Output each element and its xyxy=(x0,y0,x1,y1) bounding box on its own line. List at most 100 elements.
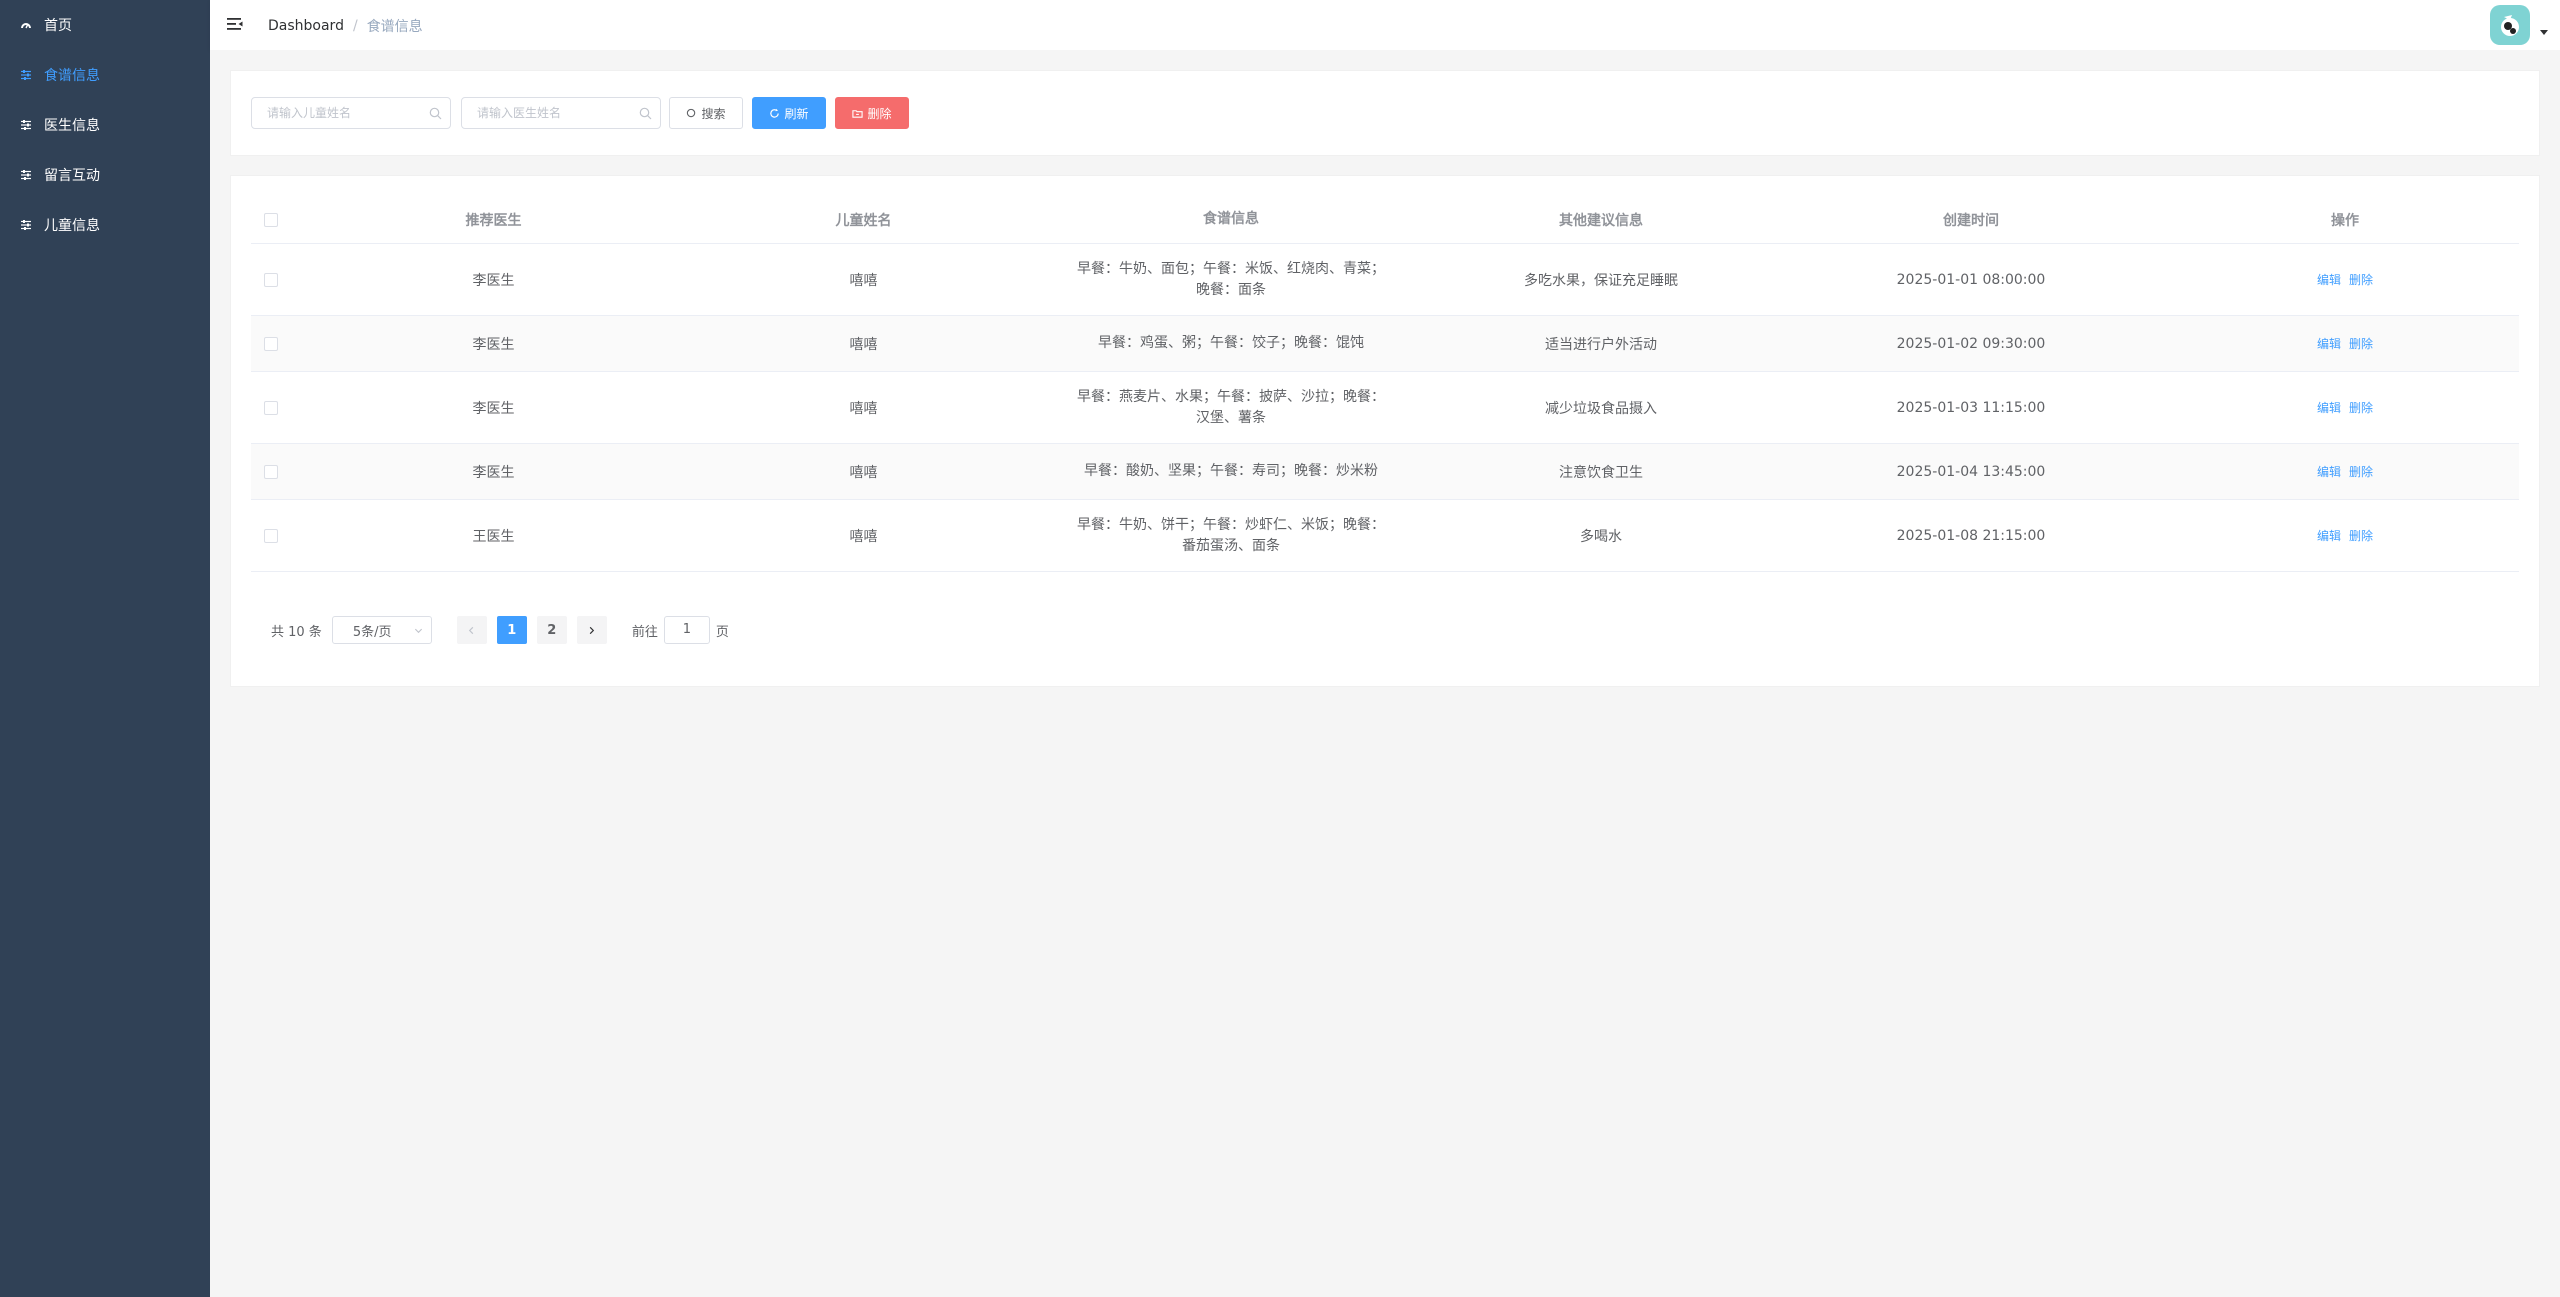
time-cell: 2025-01-01 08:00:00 xyxy=(1896,271,2046,288)
delete-button[interactable]: 删除 xyxy=(835,97,909,129)
actions-cell: 编辑 删除 xyxy=(2171,335,2519,352)
column-header: 其他建议信息 xyxy=(1559,212,1643,229)
sliders-icon xyxy=(20,119,32,131)
child-cell: 嘻嘻 xyxy=(849,272,878,289)
delete-link[interactable]: 删除 xyxy=(2349,465,2373,479)
sidebar-item-messages[interactable]: 留言互动 xyxy=(0,150,210,200)
column-header: 操作 xyxy=(2331,212,2359,229)
prev-page-button[interactable] xyxy=(456,616,487,644)
child-cell: 嘻嘻 xyxy=(849,464,878,481)
table-row: 李医生 嘻嘻 早餐：酸奶、坚果；午餐：寿司；晚餐：炒米粉 注意饮食卫生 2025… xyxy=(251,444,2519,500)
time-cell: 2025-01-02 09:30:00 xyxy=(1896,335,2046,352)
page-button-2[interactable]: 2 xyxy=(536,616,567,644)
time-cell: 2025-01-03 11:15:00 xyxy=(1896,399,2046,416)
edit-link[interactable]: 编辑 xyxy=(2317,401,2341,415)
row-checkbox[interactable] xyxy=(264,528,278,543)
advice-cell: 适当进行户外活动 xyxy=(1545,336,1657,353)
actions-cell: 编辑 删除 xyxy=(2171,463,2519,480)
doctor-cell: 李医生 xyxy=(472,272,515,289)
caret-down-icon[interactable] xyxy=(2540,30,2548,35)
sliders-icon xyxy=(20,219,32,231)
doctor-cell: 王医生 xyxy=(472,528,515,545)
column-header: 食谱信息 xyxy=(1203,211,1259,227)
refresh-button[interactable]: 刷新 xyxy=(752,97,826,129)
edit-link[interactable]: 编辑 xyxy=(2317,465,2341,479)
doctor-cell: 李医生 xyxy=(472,336,515,353)
page-size-select[interactable]: 5条/页 xyxy=(331,616,432,644)
goto-label: 前往 xyxy=(631,624,658,640)
folder-delete-icon xyxy=(852,109,864,118)
advice-cell: 注意饮食卫生 xyxy=(1559,464,1643,481)
recipe-table: 推荐医生 儿童姓名 食谱信息 其他建议信息 创建时间 操作 李医生 嘻嘻 早餐：… xyxy=(251,196,2519,572)
main-content: 搜索 刷新 删除 推荐医生 儿童姓名 食谱信息 其他建议信息 创建时间 操作 李… xyxy=(210,50,2560,1297)
advice-cell: 减少垃圾食品摄入 xyxy=(1545,400,1657,417)
sidebar-item-recipes[interactable]: 食谱信息 xyxy=(0,50,210,100)
advice-cell: 多喝水 xyxy=(1580,528,1622,545)
search-icon xyxy=(687,108,696,117)
page-unit-label: 页 xyxy=(715,624,729,640)
hamburger-icon[interactable] xyxy=(226,15,244,33)
search-panel: 搜索 刷新 删除 xyxy=(230,70,2540,156)
breadcrumb-current: 食谱信息 xyxy=(366,19,423,35)
sidebar-item-label: 儿童信息 xyxy=(44,218,100,234)
child-name-search-field[interactable] xyxy=(251,97,451,129)
child-name-input[interactable] xyxy=(252,98,427,128)
table-row: 李医生 嘻嘻 早餐：鸡蛋、粥；午餐：饺子；晚餐：馄饨 适当进行户外活动 2025… xyxy=(251,316,2519,372)
breadcrumb-separator: / xyxy=(352,18,358,34)
avatar[interactable] xyxy=(2490,5,2530,45)
sidebar-item-label: 首页 xyxy=(44,18,72,34)
sidebar: 首页 食谱信息 医生信息 留言互动 儿童信息 xyxy=(0,0,210,1297)
table-row: 李医生 嘻嘻 早餐：牛奶、面包；午餐：米饭、红烧肉、青菜；晚餐：面条 多吃水果，… xyxy=(251,244,2519,316)
delete-link[interactable]: 删除 xyxy=(2349,273,2373,287)
child-cell: 嘻嘻 xyxy=(849,336,878,353)
delete-link[interactable]: 删除 xyxy=(2349,529,2373,543)
child-cell: 嘻嘻 xyxy=(849,528,878,545)
table-row: 李医生 嘻嘻 早餐：燕麦片、水果；午餐：披萨、沙拉；晚餐：汉堡、薯条 减少垃圾食… xyxy=(251,372,2519,444)
chevron-down-icon xyxy=(414,628,422,633)
delete-link[interactable]: 删除 xyxy=(2349,337,2373,351)
sidebar-item-label: 食谱信息 xyxy=(44,68,100,84)
select-all-checkbox[interactable] xyxy=(264,212,278,227)
row-checkbox[interactable] xyxy=(264,400,278,415)
pagination-total: 共 10 条 xyxy=(271,624,322,640)
sliders-icon xyxy=(20,69,32,81)
edit-link[interactable]: 编辑 xyxy=(2317,529,2341,543)
refresh-icon xyxy=(770,108,780,118)
sliders-icon xyxy=(20,169,32,181)
doctor-cell: 李医生 xyxy=(472,400,515,417)
actions-cell: 编辑 删除 xyxy=(2171,527,2519,544)
search-button[interactable]: 搜索 xyxy=(669,97,743,129)
page-button-1[interactable]: 1 xyxy=(496,616,527,644)
breadcrumb-home[interactable]: Dashboard xyxy=(268,18,344,34)
search-icon xyxy=(429,107,442,124)
edit-link[interactable]: 编辑 xyxy=(2317,337,2341,351)
row-checkbox[interactable] xyxy=(264,464,278,479)
doctor-cell: 李医生 xyxy=(472,464,515,481)
sidebar-item-doctors[interactable]: 医生信息 xyxy=(0,100,210,150)
delete-button-label: 删除 xyxy=(867,106,892,121)
table-panel: 推荐医生 儿童姓名 食谱信息 其他建议信息 创建时间 操作 李医生 嘻嘻 早餐：… xyxy=(230,175,2540,687)
diet-cell: 早餐：燕麦片、水果；午餐：披萨、沙拉；晚餐：汉堡、薯条 xyxy=(1077,388,1385,426)
row-checkbox[interactable] xyxy=(264,336,278,351)
diet-cell: 早餐：牛奶、饼干；午餐：炒虾仁、米饭；晚餐：番茄蛋汤、面条 xyxy=(1077,516,1385,554)
sidebar-item-home[interactable]: 首页 xyxy=(0,0,210,50)
chevron-left-icon xyxy=(469,626,474,634)
doctor-name-input[interactable] xyxy=(462,98,637,128)
delete-link[interactable]: 删除 xyxy=(2349,401,2373,415)
next-page-button[interactable] xyxy=(576,616,607,644)
actions-cell: 编辑 删除 xyxy=(2171,399,2519,416)
column-header: 推荐医生 xyxy=(465,212,522,229)
diet-cell: 早餐：鸡蛋、粥；午餐：饺子；晚餐：馄饨 xyxy=(1098,335,1364,351)
doctor-name-search-field[interactable] xyxy=(461,97,661,129)
child-cell: 嘻嘻 xyxy=(849,400,878,417)
actions-cell: 编辑 删除 xyxy=(2171,271,2519,288)
table-row: 王医生 嘻嘻 早餐：牛奶、饼干；午餐：炒虾仁、米饭；晚餐：番茄蛋汤、面条 多喝水… xyxy=(251,500,2519,572)
sidebar-item-children[interactable]: 儿童信息 xyxy=(0,200,210,250)
column-header: 儿童姓名 xyxy=(835,212,892,229)
dashboard-icon xyxy=(20,19,32,31)
top-navbar: Dashboard / 食谱信息 xyxy=(210,0,2560,50)
goto-page-input[interactable]: 1 xyxy=(663,616,710,644)
row-checkbox[interactable] xyxy=(264,272,278,287)
edit-link[interactable]: 编辑 xyxy=(2317,273,2341,287)
search-button-label: 搜索 xyxy=(701,106,726,121)
